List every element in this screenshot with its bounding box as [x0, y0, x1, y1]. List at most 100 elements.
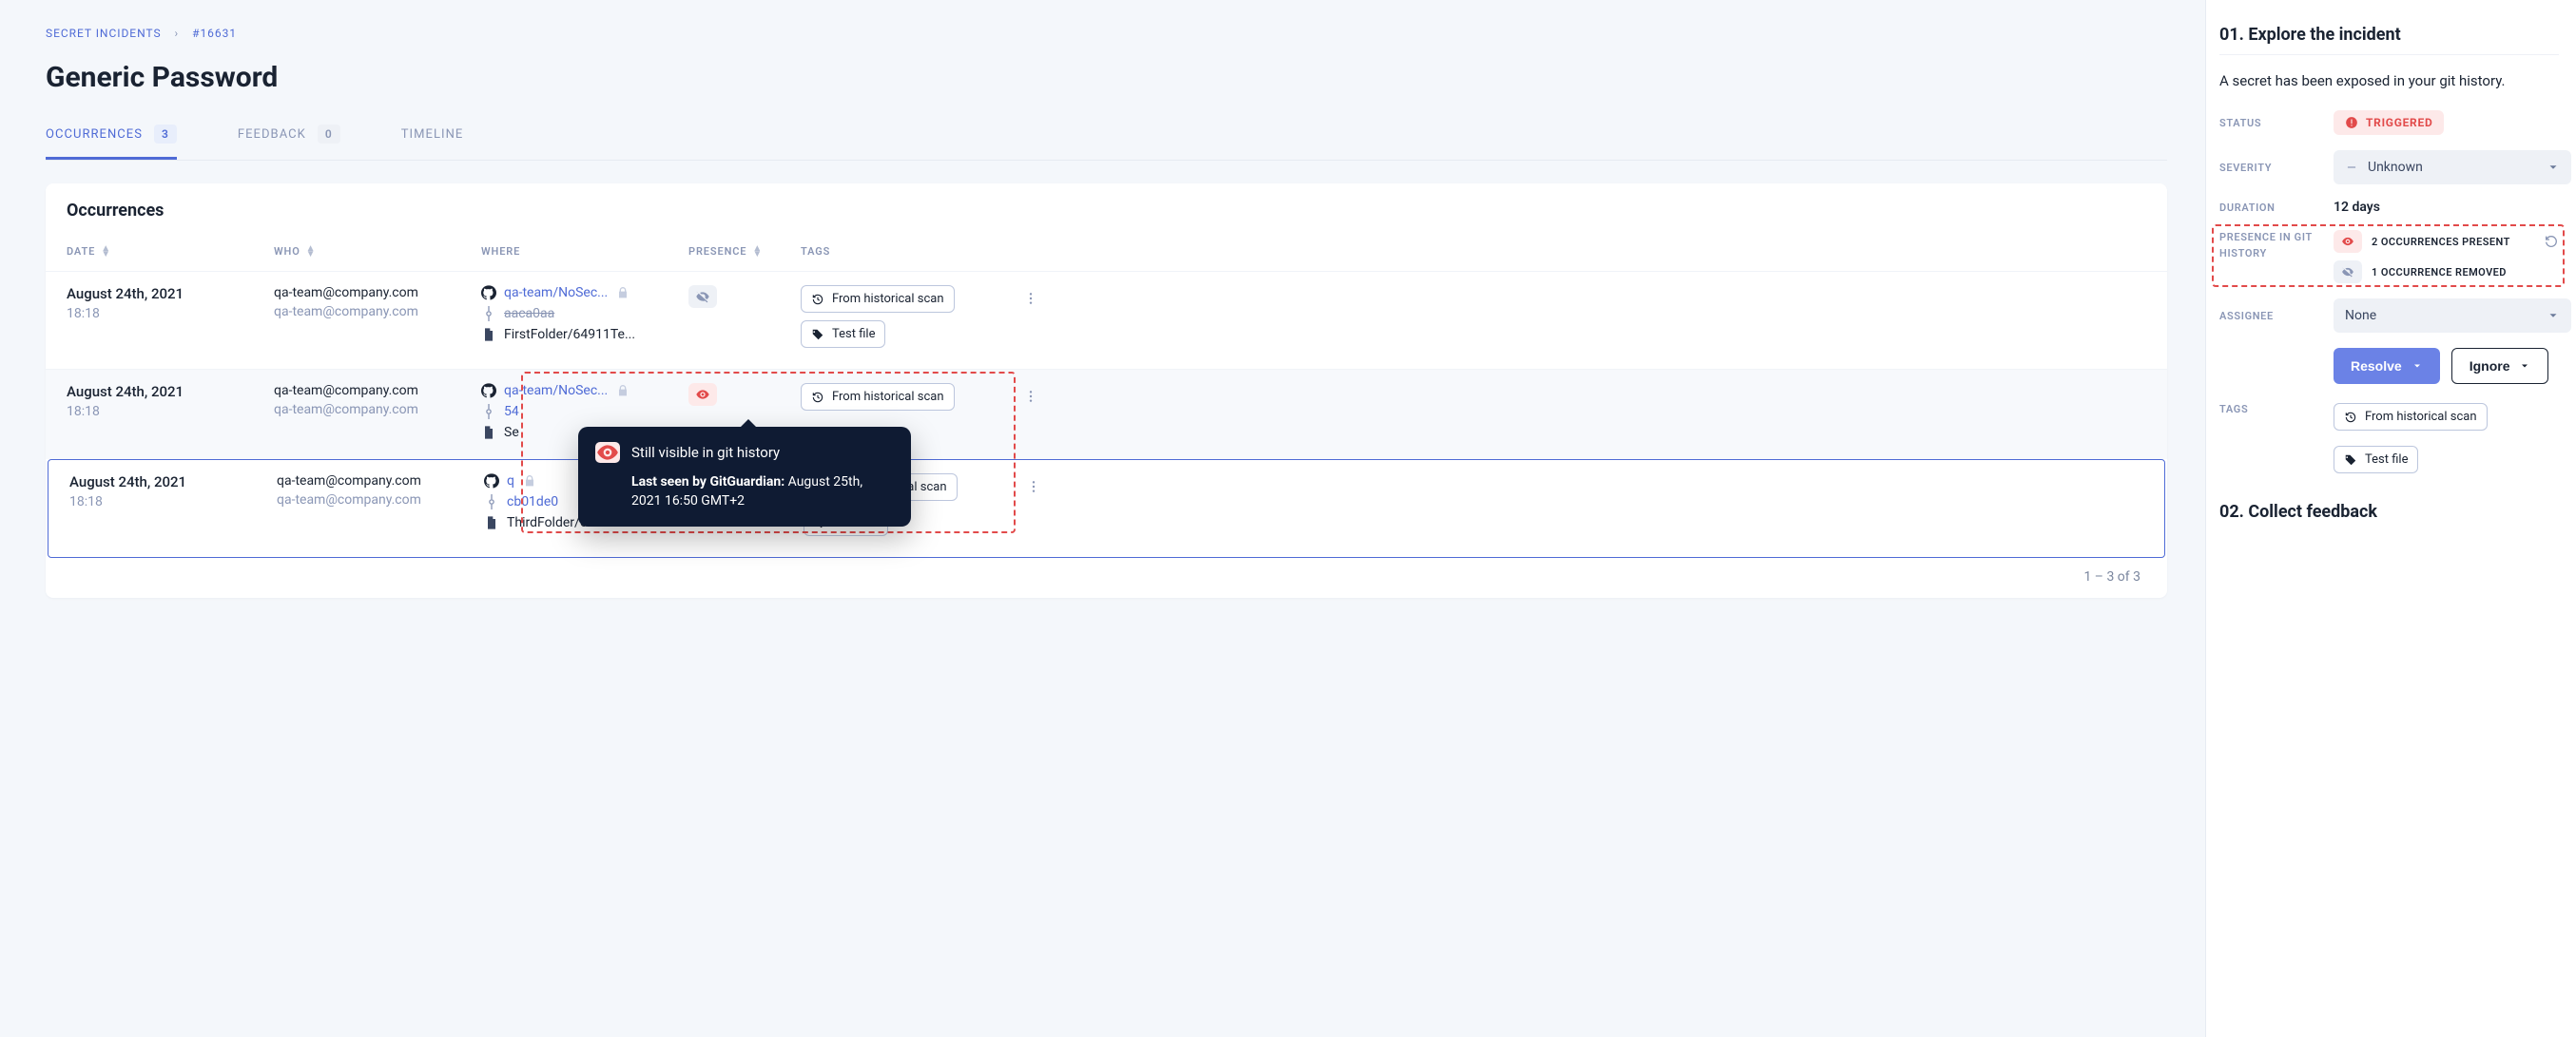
more-button[interactable]	[1020, 473, 1047, 500]
col-who[interactable]: WHO▲▼	[274, 245, 474, 258]
tabs: OCCURRENCES 3 FEEDBACK 0 TIMELINE	[46, 117, 2167, 161]
lock-icon	[615, 383, 630, 398]
repo-link[interactable]: qa-team/NoSec...	[504, 383, 608, 398]
more-button[interactable]	[1017, 285, 1044, 312]
tab-timeline[interactable]: TIMELINE	[401, 117, 464, 160]
breadcrumb-id[interactable]: #16631	[192, 27, 237, 40]
breadcrumb-root[interactable]: SECRET INCIDENTS	[46, 27, 162, 40]
row-who: qa-team@company.com	[274, 285, 474, 300]
tags-label: TAGS	[2219, 403, 2324, 415]
tab-label: TIMELINE	[401, 127, 464, 142]
table-row[interactable]: August 24th, 2021 18:18 qa-team@company.…	[46, 369, 2167, 459]
tab-label: FEEDBACK	[238, 127, 306, 142]
row-date: August 24th, 2021	[69, 473, 269, 490]
commit-link[interactable]: 54	[504, 404, 519, 419]
col-where: WHERE	[481, 245, 681, 258]
github-icon	[481, 285, 496, 300]
row-who-sub: qa-team@company.com	[277, 492, 476, 508]
tag-icon	[811, 328, 824, 341]
chevron-down-icon	[2411, 360, 2423, 372]
resolve-button[interactable]: Resolve	[2334, 348, 2440, 384]
commit-link[interactable]: aaca0aa	[504, 306, 554, 321]
sort-icon: ▲▼	[306, 246, 317, 258]
assignee-select[interactable]: None	[2334, 298, 2571, 333]
status-badge: TRIGGERED	[2334, 110, 2444, 135]
presence-label: PRESENCE IN GIT HISTORY	[2219, 230, 2324, 261]
duration-label: DURATION	[2219, 202, 2324, 214]
commit-icon	[481, 404, 496, 419]
file-icon	[484, 515, 499, 530]
sort-icon: ▲▼	[101, 246, 111, 258]
tab-occurrences[interactable]: OCCURRENCES 3	[46, 117, 177, 160]
tag-chip: From historical scan	[2334, 403, 2488, 431]
commit-icon	[481, 306, 496, 321]
repo-link[interactable]: q	[507, 473, 514, 489]
file-icon	[481, 425, 496, 440]
row-who: qa-team@company.com	[277, 473, 476, 489]
tab-feedback[interactable]: FEEDBACK 0	[238, 117, 340, 160]
side-heading-1: 01. Explore the incident	[2219, 25, 2559, 55]
tab-label: OCCURRENCES	[46, 127, 143, 142]
chevron-down-icon	[2519, 360, 2530, 372]
row-time: 18:18	[69, 494, 269, 509]
chevron-down-icon	[2547, 309, 2560, 322]
history-icon	[2344, 411, 2357, 424]
presence-removed-row: 1 OCCURRENCE REMOVED	[2334, 260, 2559, 283]
status-label: STATUS	[2219, 117, 2324, 129]
alert-icon	[2345, 116, 2358, 129]
presence-present-row: 2 OCCURRENCES PRESENT	[2334, 230, 2559, 253]
repo-link[interactable]: qa-team/NoSec...	[504, 285, 608, 300]
chevron-down-icon	[2547, 161, 2560, 174]
severity-select[interactable]: Unknown	[2334, 150, 2571, 184]
col-tags: TAGS	[801, 245, 1010, 258]
tag-chip: Test file	[801, 320, 885, 348]
history-icon	[811, 391, 824, 404]
severity-label: SEVERITY	[2219, 162, 2324, 174]
row-who: qa-team@company.com	[274, 383, 474, 398]
table-header: DATE▲▼ WHO▲▼ WHERE PRESENCE▲▼ TAGS	[46, 232, 2167, 271]
row-who-sub: qa-team@company.com	[274, 402, 474, 417]
file-path: Se	[504, 425, 519, 440]
presence-tooltip: Still visible in git history Last seen b…	[578, 427, 911, 527]
restore-icon[interactable]	[2544, 234, 2559, 249]
row-who-sub: qa-team@company.com	[274, 304, 474, 319]
history-icon	[811, 293, 824, 306]
card-title: Occurrences	[46, 201, 2167, 232]
table-row[interactable]: August 24th, 2021 18:18 qa-team@company.…	[46, 271, 2167, 369]
tag-icon	[2344, 453, 2357, 467]
tab-count: 0	[318, 125, 340, 144]
eye-icon	[2334, 230, 2362, 253]
eye-icon[interactable]	[688, 383, 717, 406]
duration-value: 12 days	[2334, 200, 2559, 215]
tab-count: 3	[154, 125, 177, 144]
pager: 1 – 3 of 3	[46, 558, 2167, 585]
occurrences-card: Occurrences DATE▲▼ WHO▲▼ WHERE PRESENCE▲…	[46, 183, 2167, 598]
file-path: FirstFolder/64911Te...	[504, 327, 635, 342]
more-button[interactable]	[1017, 383, 1044, 410]
row-date: August 24th, 2021	[67, 383, 266, 400]
lock-icon	[615, 285, 630, 300]
eye-icon	[595, 442, 620, 463]
github-icon	[484, 473, 499, 489]
eye-off-icon	[2334, 260, 2362, 283]
row-time: 18:18	[67, 306, 266, 321]
breadcrumb-sep: ›	[175, 27, 180, 40]
sort-icon: ▲▼	[752, 246, 763, 258]
row-date: August 24th, 2021	[67, 285, 266, 302]
minus-icon	[2345, 161, 2358, 174]
table-row[interactable]: August 24th, 2021 18:18 qa-team@company.…	[48, 459, 2165, 558]
github-icon	[481, 383, 496, 398]
tag-chip: Test file	[2334, 446, 2418, 473]
col-presence[interactable]: PRESENCE▲▼	[688, 245, 793, 258]
assignee-label: ASSIGNEE	[2219, 310, 2324, 322]
sidebar: 01. Explore the incident A secret has be…	[2205, 0, 2576, 1037]
eye-off-icon[interactable]	[688, 285, 717, 308]
tag-chip: From historical scan	[801, 285, 955, 313]
tooltip-body-label: Last seen by GitGuardian:	[631, 474, 784, 490]
commit-icon	[484, 494, 499, 509]
col-date[interactable]: DATE▲▼	[67, 245, 266, 258]
side-sub: A secret has been exposed in your git hi…	[2219, 72, 2559, 89]
commit-link[interactable]: cb01de0	[507, 494, 558, 509]
tooltip-title: Still visible in git history	[631, 444, 780, 461]
ignore-button[interactable]: Ignore	[2451, 348, 2549, 384]
